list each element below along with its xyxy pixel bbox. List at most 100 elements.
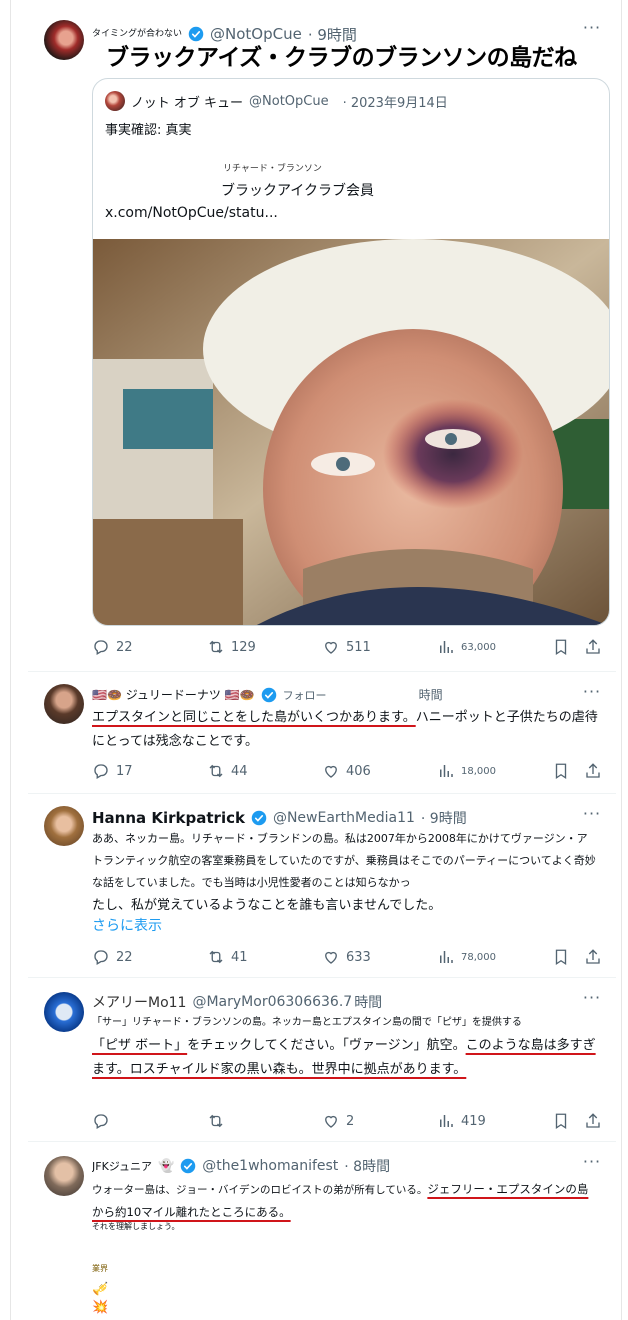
- handle[interactable]: @MaryMor06306636.7: [192, 994, 352, 1010]
- like-button[interactable]: 2: [322, 1112, 437, 1130]
- underlined-text: エプスタインと同じことをした島がいくつかあります。: [92, 710, 416, 725]
- tweet-text: ウォーター島は、ジョー・バイデンのロビイストの弟が所有している。ジェフリー・エプ…: [92, 1178, 598, 1224]
- like-button[interactable]: 511: [322, 638, 437, 656]
- more-options-icon[interactable]: ···: [582, 1154, 602, 1176]
- handle[interactable]: @the1whomanifest: [202, 1158, 338, 1174]
- quoted-tweet-header: ノット オブ キュー @NotOpCue · 2023年9月14日: [105, 91, 448, 111]
- avatar[interactable]: [44, 20, 84, 60]
- tweet-actions: 22 129 511 63,000: [92, 638, 602, 656]
- repost-icon: [209, 640, 223, 654]
- timestamp[interactable]: 時間: [419, 686, 443, 703]
- bookmark-icon[interactable]: [552, 1112, 570, 1130]
- tag-label: 業界: [92, 1264, 108, 1273]
- reply-icon: [94, 950, 108, 965]
- reply-button[interactable]: 22: [92, 948, 207, 966]
- tweet-header: Hanna Kirkpatrick @NewEarthMedia11 · 9時間: [92, 808, 580, 828]
- view-count: 78,000: [461, 951, 496, 963]
- timestamp[interactable]: · 9時間: [421, 808, 467, 828]
- like-button[interactable]: 633: [322, 948, 437, 966]
- reply-count: 22: [116, 949, 133, 965]
- more-options-icon[interactable]: ···: [582, 684, 602, 706]
- bookmark-icon[interactable]: [552, 948, 570, 966]
- heart-icon: [325, 765, 337, 778]
- repost-icon: [209, 764, 223, 778]
- avatar[interactable]: [44, 992, 84, 1032]
- avatar[interactable]: [44, 806, 84, 846]
- photo[interactable]: [93, 239, 610, 626]
- show-more-link[interactable]: さらに表示: [92, 914, 598, 938]
- views-button[interactable]: 78,000: [437, 948, 552, 966]
- heart-icon: [325, 641, 337, 654]
- tweet-4[interactable]: メアリーMo11 @MaryMor06306636.7 時間 ··· 「サー」リ…: [28, 978, 616, 1142]
- tweet-2[interactable]: 🇺🇸🍩 ジュリードーナツ 🇺🇸🍩 フォロー 時間 ··· エプスタインと同じこと…: [28, 672, 616, 794]
- tweet-3[interactable]: Hanna Kirkpatrick @NewEarthMedia11 · 9時間…: [28, 794, 616, 978]
- tweet-text: ブラックアイズ・クラブのブランソンの島だね: [106, 45, 577, 71]
- repost-button[interactable]: 44: [207, 762, 322, 780]
- share-icon[interactable]: [584, 948, 602, 966]
- like-count: 633: [346, 949, 371, 965]
- views-button[interactable]: 63,000: [437, 638, 552, 656]
- tweet-text: エプスタインと同じことをした島がいくつかあります。ハニーポットと子供たちの虐待に…: [92, 706, 598, 754]
- repost-button[interactable]: 41: [207, 948, 322, 966]
- bookmark-icon[interactable]: [552, 638, 570, 656]
- caption: ブラックアイクラブ会員: [221, 183, 375, 199]
- reply-icon: [94, 764, 108, 779]
- handle[interactable]: @NewEarthMedia11: [273, 810, 415, 826]
- view-count: 18,000: [461, 765, 496, 777]
- more-options-icon[interactable]: ···: [582, 990, 602, 1012]
- view-count: 419: [461, 1113, 486, 1129]
- more-options-icon[interactable]: ···: [582, 20, 602, 42]
- tweet-actions: 17 44 406 18,000: [92, 762, 602, 780]
- repost-count: 129: [231, 639, 256, 655]
- timestamp[interactable]: 時間: [354, 992, 382, 1012]
- display-name[interactable]: JFKジュニア: [92, 1158, 152, 1174]
- verified-badge-icon: [261, 687, 276, 702]
- tweet-5[interactable]: JFKジュニア 👻 @the1whomanifest · 8時間 ··· ウォー…: [28, 1142, 616, 1320]
- bar-chart-icon: [440, 641, 453, 653]
- quoted-link[interactable]: x.com/NotOpCue/statu...: [105, 205, 278, 221]
- reply-button[interactable]: 17: [92, 762, 207, 780]
- caption-small: リチャード・ブランソン: [223, 164, 322, 174]
- text-mid: をチェックしてください。「ヴァージン」航空。: [187, 1038, 466, 1053]
- display-name[interactable]: メアリーMo11: [92, 992, 186, 1012]
- quoted-date: · 2023年9月14日: [342, 95, 448, 111]
- repost-icon: [209, 950, 223, 964]
- reply-count: 22: [116, 639, 133, 655]
- text-start: ウォーター島は、ジョー・バイデンのロビイストの弟が所有している。: [92, 1184, 428, 1196]
- more-options-icon[interactable]: ···: [582, 806, 602, 828]
- tweet-text-small: それを理解しましょう。: [92, 1222, 180, 1231]
- tweet-actions: 2 419: [92, 1112, 602, 1130]
- trumpet-icon: 🎺: [92, 1282, 109, 1297]
- reply-button[interactable]: [92, 1112, 207, 1130]
- views-button[interactable]: 419: [437, 1112, 552, 1130]
- view-count: 63,000: [461, 641, 496, 653]
- tweet-text-cont: 「ピザ ボート」をチェックしてください。「ヴァージン」航空。このような島は多すぎ…: [92, 1034, 598, 1082]
- display-name[interactable]: 🇺🇸🍩 ジュリードーナツ 🇺🇸🍩: [92, 686, 255, 703]
- like-count: 406: [346, 763, 371, 779]
- quoted-tweet[interactable]: ノット オブ キュー @NotOpCue · 2023年9月14日 事実確認: …: [92, 78, 610, 626]
- repost-button[interactable]: [207, 1112, 322, 1130]
- ghost-icon: 👻: [158, 1158, 175, 1174]
- share-icon[interactable]: [584, 638, 602, 656]
- views-button[interactable]: 18,000: [437, 762, 552, 780]
- tweet-actions: 22 41 633 78,000: [92, 948, 602, 966]
- display-name[interactable]: Hanna Kirkpatrick: [92, 809, 245, 827]
- fact-check-label: 事実確認: 真実: [105, 123, 192, 138]
- repost-button[interactable]: 129: [207, 638, 322, 656]
- tweet-1[interactable]: タイミングが合わない @NotOpCue · 9時間 ··· ブラックアイズ・ク…: [28, 0, 616, 672]
- avatar[interactable]: [44, 1156, 84, 1196]
- like-count: 511: [346, 639, 371, 655]
- avatar[interactable]: [44, 684, 84, 724]
- reply-button[interactable]: 22: [92, 638, 207, 656]
- timestamp[interactable]: · 8時間: [344, 1156, 390, 1176]
- reply-icon: [94, 1114, 108, 1129]
- like-button[interactable]: 406: [322, 762, 437, 780]
- reply-count: 17: [116, 763, 133, 779]
- tweet-header: メアリーMo11 @MaryMor06306636.7 時間: [92, 992, 580, 1012]
- repost-icon: [209, 1114, 223, 1128]
- tweet-text: ああ、ネッカー島。リチャード・ブランドンの島。私は2007年から2008年にかけ…: [92, 832, 596, 889]
- bookmark-icon[interactable]: [552, 762, 570, 780]
- share-icon[interactable]: [584, 1112, 602, 1130]
- follow-label[interactable]: フォロー: [283, 687, 327, 703]
- share-icon[interactable]: [584, 762, 602, 780]
